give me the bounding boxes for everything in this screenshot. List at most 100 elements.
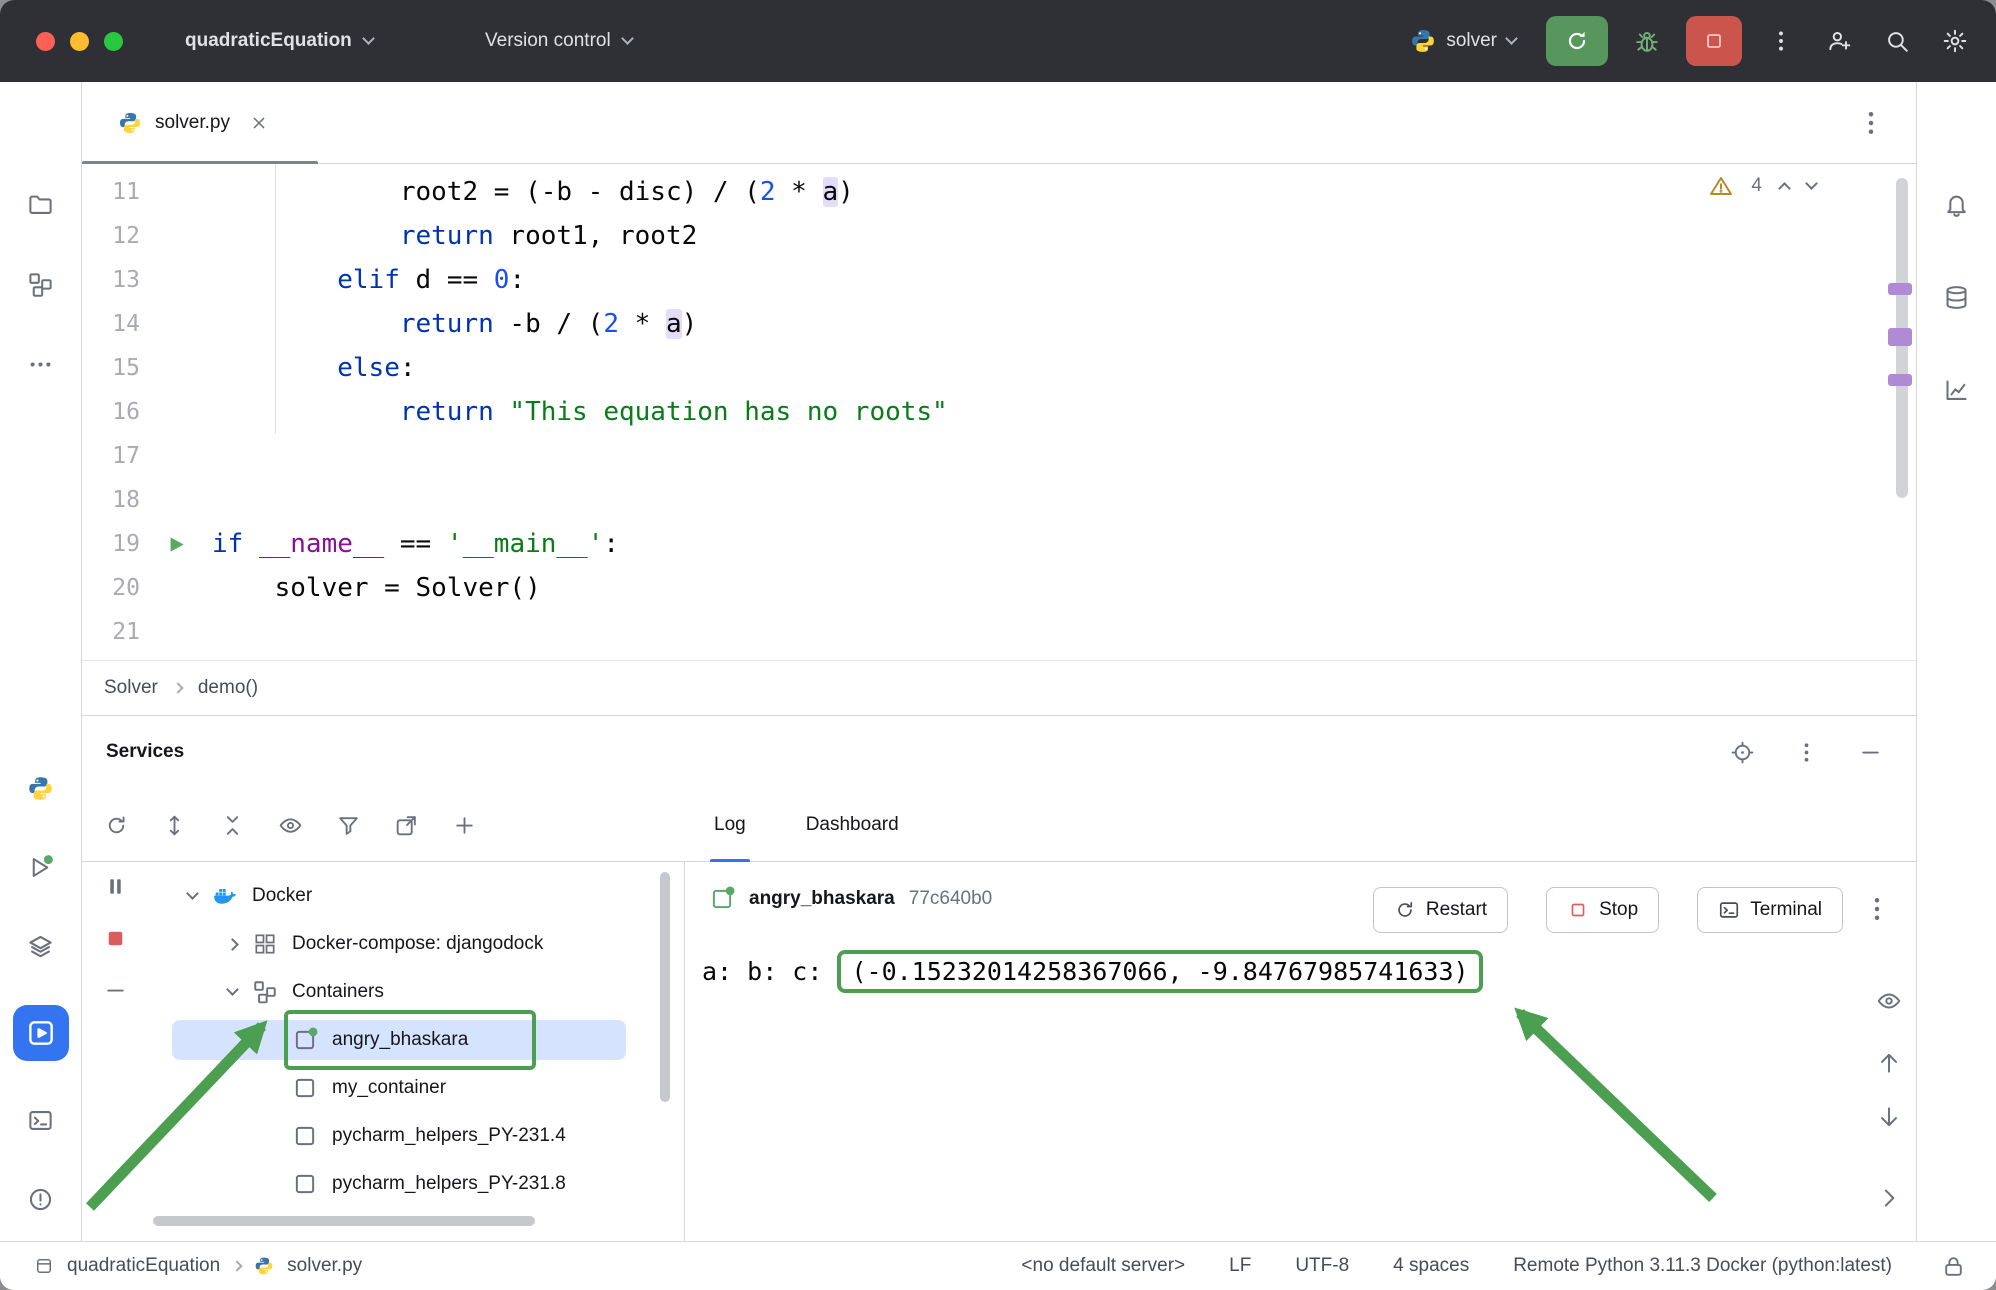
python-icon[interactable] [21,768,61,808]
refresh-icon[interactable] [96,805,136,845]
expand-right-icon[interactable] [1876,1185,1902,1216]
container-actions: Restart Stop Terminal [1373,887,1843,933]
window-controls [36,32,123,51]
code-line[interactable]: 19if __name__ == '__main__': [82,522,1916,566]
code-area[interactable]: 11 root2 = (-b - disc) / (2 * a)12 retur… [82,170,1916,654]
python-icon [254,1256,274,1276]
breadcrumb-class[interactable]: Solver [104,677,158,699]
container-options-kebab-icon[interactable] [1862,894,1892,924]
filter-icon[interactable] [328,805,368,845]
close-icon[interactable] [249,113,269,133]
window-maximize-button[interactable] [104,32,123,51]
stop-icon[interactable] [1686,16,1742,66]
tree-item-angry-bhaskara[interactable]: angry_bhaskara [82,1016,684,1064]
project-menu[interactable]: quadraticEquation [185,0,373,82]
tree-item-docker-compose-djangodock[interactable]: Docker-compose: djangodock [82,920,684,968]
debug-icon[interactable] [1628,22,1666,60]
status-item[interactable]: UTF-8 [1295,1255,1349,1277]
code-line[interactable]: 21 [82,610,1916,654]
tree-vertical-scrollbar[interactable] [660,872,670,1102]
status-item[interactable]: LF [1229,1255,1251,1277]
code-line[interactable]: 18 [82,478,1916,522]
terminal-icon[interactable] [21,1100,61,1140]
restart-button[interactable]: Restart [1373,887,1508,933]
code-editor[interactable]: 11 root2 = (-b - disc) / (2 * a)12 retur… [82,164,1916,660]
add-user-icon[interactable] [1820,22,1858,60]
more-icon[interactable] [1762,22,1800,60]
tree-item-my-container[interactable]: my_container [82,1064,684,1112]
folder-icon[interactable] [21,184,61,224]
open-in-new-icon[interactable] [386,805,426,845]
terminal-button[interactable]: Terminal [1697,887,1843,933]
next-problem-icon[interactable] [1805,177,1818,190]
profiler-icon[interactable] [1937,370,1977,410]
notifications-icon[interactable] [1937,184,1977,224]
run-line-icon[interactable] [140,522,212,566]
status-item[interactable]: <no default server> [1021,1255,1185,1277]
tab-solver-py[interactable]: solver.py [82,82,318,164]
expand-all-icon[interactable] [154,805,194,845]
services-panel-title: Services [106,741,184,763]
code-line[interactable]: 17 [82,434,1916,478]
tree-item-containers[interactable]: Containers [82,968,684,1016]
status-item[interactable]: 4 spaces [1393,1255,1469,1277]
tree-item-pycharm-helpers-py-231-8[interactable]: pycharm_helpers_PY-231.8 [82,1160,684,1208]
editor-tab-label: solver.py [155,112,230,134]
tab-dashboard[interactable]: Dashboard [802,788,903,862]
scroll-down-icon[interactable] [1876,1104,1902,1135]
chevron-right-icon[interactable] [226,940,238,949]
search-icon[interactable] [1878,22,1916,60]
rerun-icon[interactable] [1546,16,1608,66]
target-icon[interactable] [1722,732,1762,772]
collapse-all-icon[interactable] [212,805,252,845]
status-breadcrumb[interactable]: quadraticEquation solver.py [34,1242,362,1290]
lock-icon[interactable] [1941,1254,1966,1279]
code-text: return -b / (2 * a) [212,302,697,346]
code-line[interactable]: 16 return "This equation has no roots" [82,390,1916,434]
tab-log[interactable]: Log [710,788,750,862]
editor-options-kebab-icon[interactable] [1856,108,1886,138]
scrollbar-mark[interactable] [1888,328,1912,346]
scrollbar-mark[interactable] [1888,283,1912,295]
inspections-widget[interactable]: 4 [1709,174,1816,198]
preview-icon[interactable] [270,805,310,845]
stop-red-icon[interactable] [95,918,135,958]
chevron-down-icon[interactable] [226,990,238,994]
stop-button[interactable]: Stop [1546,887,1659,933]
window-minimize-button[interactable] [70,32,89,51]
status-item[interactable]: Remote Python 3.11.3 Docker (python:late… [1513,1255,1892,1277]
run-icon[interactable] [21,847,61,887]
preview-icon[interactable] [1876,988,1902,1019]
previous-problem-icon[interactable] [1778,182,1791,195]
code-line[interactable]: 15 else: [82,346,1916,390]
layers-icon[interactable] [21,926,61,966]
code-line[interactable]: 12 return root1, root2 [82,214,1916,258]
scroll-up-icon[interactable] [1876,1050,1902,1081]
database-icon[interactable] [1937,277,1977,317]
services-icon[interactable] [13,1005,69,1061]
pause-icon[interactable] [95,866,135,906]
hide-icon[interactable] [95,970,135,1010]
add-icon[interactable] [444,805,484,845]
vcs-menu[interactable]: Version control [485,0,632,82]
tree-item-pycharm-helpers-py-231-4[interactable]: pycharm_helpers_PY-231.4 [82,1112,684,1160]
code-line[interactable]: 20 solver = Solver() [82,566,1916,610]
run-configuration-selector[interactable]: solver [1410,28,1516,54]
more-icon[interactable] [1786,732,1826,772]
window-close-button[interactable] [36,32,55,51]
tree-horizontal-scrollbar[interactable] [153,1216,535,1226]
structure-icon[interactable] [21,264,61,304]
code-line[interactable]: 11 root2 = (-b - disc) / (2 * a) [82,170,1916,214]
chevron-down-icon[interactable] [186,894,198,898]
hide-icon[interactable] [1850,732,1890,772]
problems-icon[interactable] [21,1179,61,1219]
settings-icon[interactable] [1936,22,1974,60]
code-line[interactable]: 13 elif d == 0: [82,258,1916,302]
more-icon[interactable] [21,344,61,384]
breadcrumb-method[interactable]: demo() [198,677,258,699]
gutter-space [140,214,212,258]
line-number: 12 [82,214,140,258]
scrollbar-mark[interactable] [1888,374,1912,386]
code-line[interactable]: 14 return -b / (2 * a) [82,302,1916,346]
tree-item-docker[interactable]: Docker [82,872,684,920]
